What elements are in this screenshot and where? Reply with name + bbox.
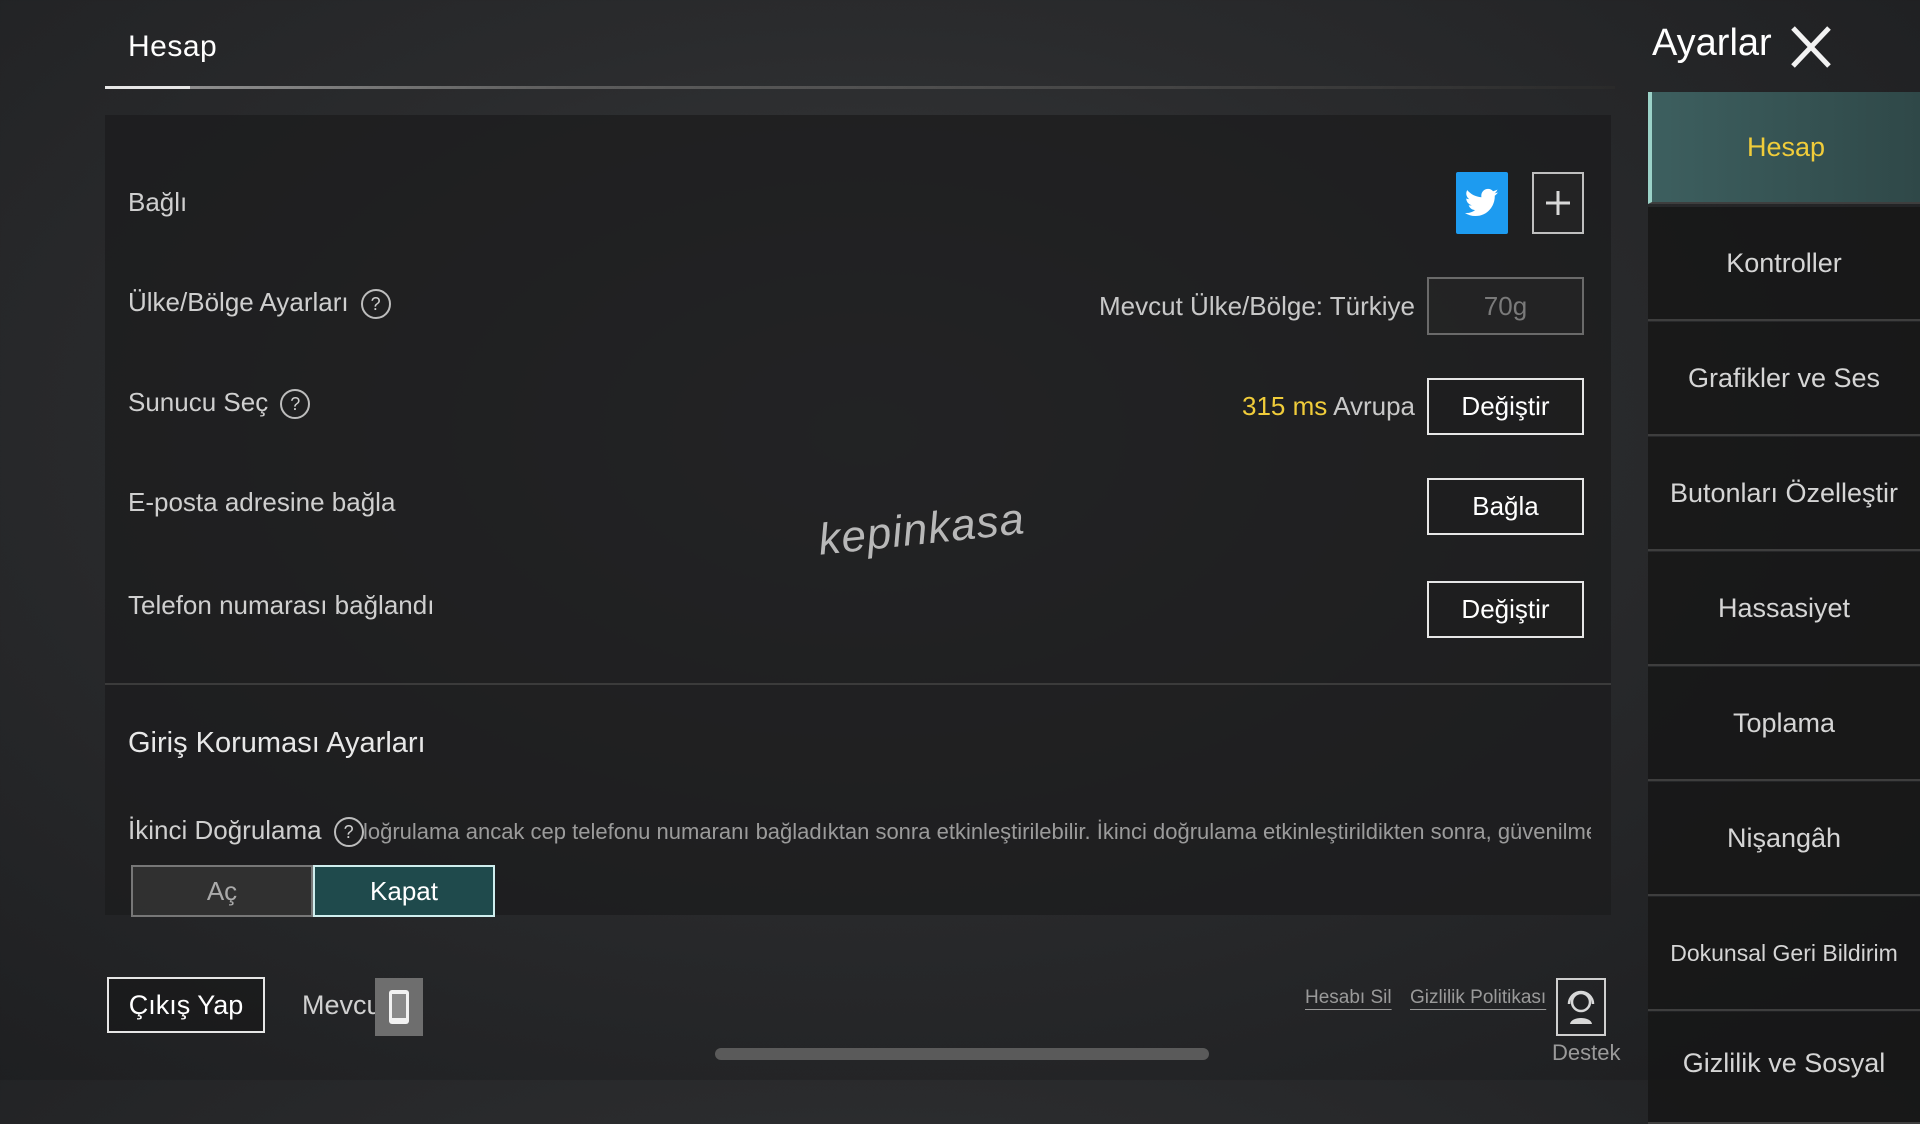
sidebar-item-toplama[interactable]: Toplama (1648, 667, 1920, 781)
sidebar-item-nisangah[interactable]: Nişangâh (1648, 782, 1920, 896)
help-icon[interactable]: ? (280, 389, 311, 420)
page-title: Hesap (128, 30, 218, 63)
sidebar-item-grafikler[interactable]: Grafikler ve Ses (1648, 322, 1920, 436)
settings-sidebar: Hesap Kontroller Grafikler ve Ses Butonl… (1648, 92, 1920, 1124)
server-change-button[interactable]: Değiştir (1427, 378, 1584, 435)
add-link-button[interactable] (1532, 172, 1584, 234)
region-change-button[interactable]: 70g (1427, 277, 1584, 335)
settings-title: Ayarlar (1652, 22, 1772, 64)
second-auth-on-button[interactable]: Aç (131, 865, 313, 917)
header-divider-accent (105, 86, 190, 89)
second-auth-off-button[interactable]: Kapat (313, 865, 495, 917)
twitter-icon[interactable] (1456, 172, 1508, 234)
sidebar-item-kontroller[interactable]: Kontroller (1648, 207, 1920, 321)
section-divider (105, 683, 1611, 685)
email-bind-button[interactable]: Bağla (1427, 478, 1584, 535)
support-label: Destek (1552, 1040, 1621, 1065)
linked-label: Bağlı (128, 187, 188, 217)
phone-device-icon (375, 978, 423, 1036)
sidebar-item-hassasiyet[interactable]: Hassasiyet (1648, 552, 1920, 666)
second-auth-description: loğrulama ancak cep telefonu numaranı ba… (363, 819, 1591, 844)
current-region-text: Mevcut Ülke/Bölge: Türkiye (1099, 291, 1415, 321)
server-label: Sunucu Seç (128, 387, 269, 417)
delete-account-link[interactable]: Hesabı Sil (1305, 987, 1392, 1009)
second-auth-label: İkinci Doğrulama (128, 815, 322, 845)
login-protection-title: Giriş Koruması Ayarları (128, 727, 426, 759)
sidebar-item-hesap[interactable]: Hesap (1648, 92, 1920, 204)
header-divider (105, 86, 1615, 89)
server-region: Avrupa (1333, 391, 1415, 421)
logout-button[interactable]: Çıkış Yap (107, 977, 265, 1033)
sidebar-item-dokunsal[interactable]: Dokunsal Geri Bildirim (1648, 897, 1920, 1011)
phone-label: Telefon numarası bağlandı (128, 590, 435, 620)
support-icon[interactable] (1556, 978, 1606, 1036)
sidebar-item-butonlar[interactable]: Butonları Özelleştir (1648, 437, 1920, 551)
help-icon[interactable]: ? (360, 289, 391, 320)
plus-icon (1546, 191, 1570, 215)
sidebar-item-gizlilik[interactable]: Gizlilik ve Sosyal (1648, 1012, 1920, 1124)
server-ping: 315 ms (1242, 391, 1328, 421)
close-icon[interactable] (1785, 22, 1835, 72)
region-label: Ülke/Bölge Ayarları (128, 287, 349, 317)
help-icon[interactable]: ? (333, 817, 364, 848)
phone-change-button[interactable]: Değiştir (1427, 581, 1584, 638)
privacy-policy-link[interactable]: Gizlilik Politikası (1410, 987, 1546, 1009)
scroll-handle[interactable] (715, 1048, 1209, 1060)
email-label: E-posta adresine bağla (128, 487, 396, 517)
